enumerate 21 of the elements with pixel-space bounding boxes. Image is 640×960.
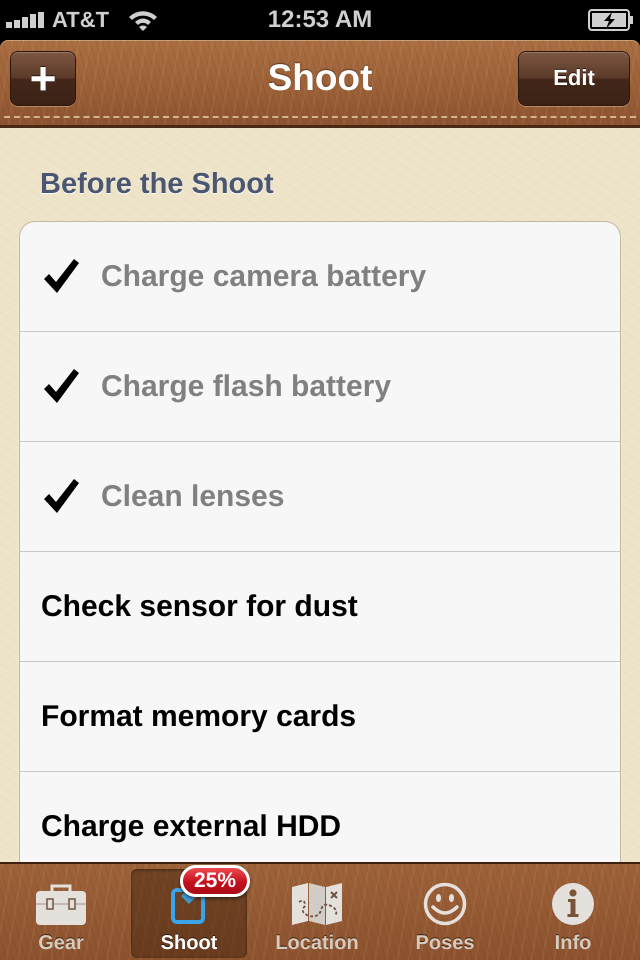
carrier-name: AT&T	[52, 7, 110, 33]
checklist-row[interactable]: Clean lenses	[20, 442, 620, 552]
checklist-row[interactable]: Check sensor for dust	[20, 552, 620, 662]
tab-button[interactable]: Location	[259, 869, 375, 958]
edit-button[interactable]: Edit	[518, 50, 630, 106]
battery-icon	[588, 9, 634, 31]
checklist-row[interactable]: Format memory cards	[20, 662, 620, 772]
map-icon	[291, 882, 343, 926]
checklist-row[interactable]: Charge flash battery	[20, 332, 620, 442]
signal-icon	[6, 12, 44, 28]
tab-button[interactable]: Poses	[387, 869, 503, 958]
section-title: Before the Shoot	[40, 167, 274, 201]
checklist-row[interactable]: Charge camera battery	[20, 222, 620, 332]
tab-button[interactable]: Info	[515, 869, 631, 958]
percent-badge: 25%	[180, 865, 250, 897]
toolbox-icon	[35, 882, 87, 926]
add-button[interactable]: +	[10, 50, 76, 106]
tab-button[interactable]: Gear	[3, 869, 119, 958]
nav-title: Shoot	[268, 57, 372, 99]
wifi-icon	[127, 9, 160, 31]
clock-time: 12:53 AM	[268, 6, 372, 34]
